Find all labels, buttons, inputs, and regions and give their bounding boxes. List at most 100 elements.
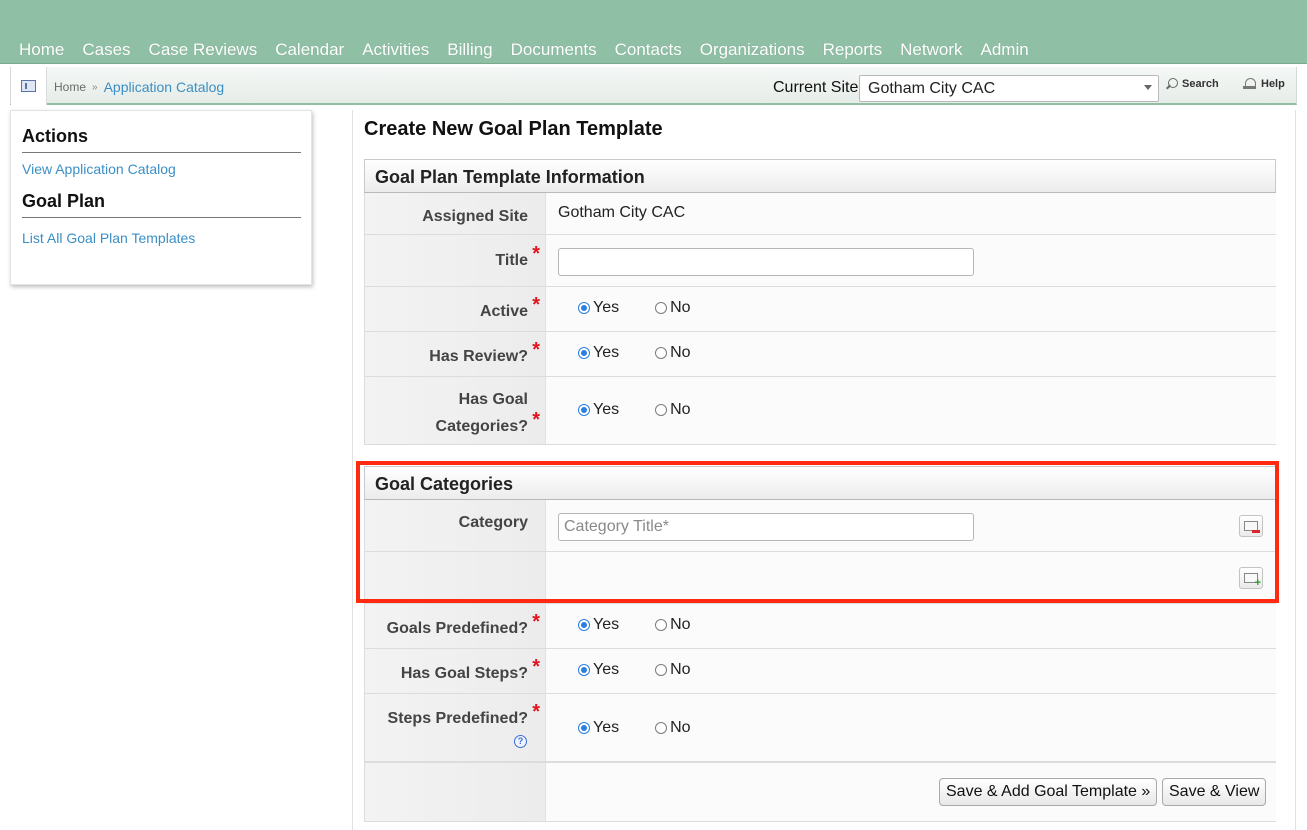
nav-item-cases[interactable]: Cases bbox=[73, 40, 139, 60]
has-goal-steps-yes-option[interactable]: Yes bbox=[578, 661, 619, 679]
goals-predefined-yes-option[interactable]: Yes bbox=[578, 616, 619, 634]
sidebar-goal-plan-heading: Goal Plan bbox=[22, 191, 301, 218]
sidebar-list-goal-plan-templates-link[interactable]: List All Goal Plan Templates bbox=[22, 230, 195, 246]
has-review-label: Has Review? * bbox=[429, 339, 540, 365]
sidebar-toggle-icon bbox=[21, 80, 36, 92]
current-site-select[interactable]: Gotham City CAC bbox=[859, 75, 1159, 102]
nav-item-organizations[interactable]: Organizations bbox=[691, 40, 814, 60]
goal-categories-header: Goal Categories bbox=[364, 466, 1276, 500]
steps-predefined-row: Steps Predefined? * ? Yes No bbox=[364, 694, 1276, 762]
required-asterisk: * bbox=[532, 701, 540, 723]
has-review-yes-radio[interactable] bbox=[578, 347, 590, 359]
remove-category-button[interactable] bbox=[1239, 515, 1263, 537]
nav-item-admin[interactable]: Admin bbox=[972, 40, 1038, 60]
title-input[interactable] bbox=[558, 248, 974, 276]
title-row: Title * bbox=[364, 235, 1276, 287]
sidebar-goal-plan-title: Goal Plan bbox=[22, 191, 106, 211]
required-asterisk: * bbox=[532, 409, 540, 431]
nav-item-contacts[interactable]: Contacts bbox=[606, 40, 691, 60]
goals-predefined-yes-radio[interactable] bbox=[578, 619, 590, 631]
steps-predefined-label: Steps Predefined? * bbox=[387, 701, 540, 727]
has-goal-steps-no-radio[interactable] bbox=[655, 664, 668, 676]
title-label: Title * bbox=[495, 243, 540, 269]
search-link[interactable]: Search bbox=[1166, 78, 1219, 90]
sub-header-bar: Home » Application Catalog Current Site … bbox=[10, 67, 1297, 105]
steps-predefined-no-radio[interactable] bbox=[655, 722, 668, 734]
required-asterisk: * bbox=[532, 243, 540, 265]
nav-item-network[interactable]: Network bbox=[891, 40, 971, 60]
nav-item-activities[interactable]: Activities bbox=[353, 40, 438, 60]
search-icon bbox=[1166, 78, 1178, 90]
sidebar-view-application-catalog-link[interactable]: View Application Catalog bbox=[22, 161, 176, 177]
has-goal-steps-radio-group: Yes No bbox=[578, 661, 691, 679]
chevron-down-icon bbox=[1144, 85, 1152, 90]
help-question-icon[interactable]: ? bbox=[514, 735, 527, 748]
has-goal-steps-yes-radio[interactable] bbox=[578, 664, 590, 676]
goals-predefined-radio-group: Yes No bbox=[578, 616, 691, 634]
steps-predefined-yes-option[interactable]: Yes bbox=[578, 719, 619, 737]
active-label: Active * bbox=[479, 294, 540, 320]
category-row: Category bbox=[364, 500, 1276, 552]
help-link[interactable]: Help bbox=[1242, 78, 1285, 90]
category-title-input[interactable] bbox=[558, 513, 974, 541]
nav-item-documents[interactable]: Documents bbox=[502, 40, 606, 60]
goals-predefined-no-radio[interactable] bbox=[655, 619, 668, 631]
form-actions-row: Save & Add Goal Template » Save & View bbox=[364, 762, 1276, 822]
has-review-row: Has Review? * Yes No bbox=[364, 332, 1276, 377]
has-goal-categories-no-radio[interactable] bbox=[655, 404, 668, 416]
has-goal-categories-row: Has Goal Categories? * Yes No bbox=[364, 377, 1276, 445]
nav-item-billing[interactable]: Billing bbox=[438, 40, 501, 60]
assigned-site-value: Gotham City CAC bbox=[558, 204, 686, 221]
has-goal-steps-no-option[interactable]: No bbox=[655, 661, 691, 679]
nav-item-case-reviews[interactable]: Case Reviews bbox=[140, 40, 267, 60]
active-yes-option[interactable]: Yes bbox=[578, 299, 619, 317]
goals-predefined-no-option[interactable]: No bbox=[655, 616, 691, 634]
search-label: Search bbox=[1182, 78, 1219, 90]
top-nav-bar: Home Cases Case Reviews Calendar Activit… bbox=[0, 0, 1307, 64]
sidebar-toggle-button[interactable] bbox=[11, 67, 47, 105]
active-no-option[interactable]: No bbox=[655, 299, 691, 317]
nav-item-reports[interactable]: Reports bbox=[814, 40, 892, 60]
help-bell-icon bbox=[1242, 78, 1257, 90]
nav-item-home[interactable]: Home bbox=[10, 40, 73, 60]
has-goal-categories-yes-option[interactable]: Yes bbox=[578, 401, 619, 419]
required-asterisk: * bbox=[532, 294, 540, 316]
has-goal-categories-no-option[interactable]: No bbox=[655, 401, 691, 419]
breadcrumb-separator: » bbox=[92, 81, 98, 93]
steps-predefined-yes-radio[interactable] bbox=[578, 722, 590, 734]
has-goal-steps-row: Has Goal Steps? * Yes No bbox=[364, 649, 1276, 694]
sidebar-panel: Actions View Application Catalog Goal Pl… bbox=[10, 110, 312, 285]
assigned-site-row: Assigned Site Gotham City CAC bbox=[364, 193, 1276, 235]
help-label: Help bbox=[1261, 78, 1285, 90]
has-goal-categories-yes-radio[interactable] bbox=[578, 404, 590, 416]
has-review-no-radio[interactable] bbox=[655, 347, 668, 359]
current-site-value: Gotham City CAC bbox=[868, 80, 996, 97]
active-no-radio[interactable] bbox=[655, 302, 668, 314]
required-asterisk: * bbox=[532, 611, 540, 633]
steps-predefined-no-option[interactable]: No bbox=[655, 719, 691, 737]
category-label: Category bbox=[458, 514, 528, 531]
active-radio-group: Yes No bbox=[578, 299, 691, 317]
required-asterisk: * bbox=[532, 656, 540, 678]
assigned-site-label: Assigned Site bbox=[422, 208, 528, 225]
goals-predefined-label: Goals Predefined? * bbox=[386, 611, 540, 637]
has-review-no-option[interactable]: No bbox=[655, 344, 691, 362]
has-review-radio-group: Yes No bbox=[578, 344, 691, 362]
nav-item-calendar[interactable]: Calendar bbox=[266, 40, 353, 60]
remove-row-icon bbox=[1244, 521, 1260, 533]
sidebar-actions-heading: Actions bbox=[22, 126, 301, 153]
required-asterisk: * bbox=[532, 339, 540, 361]
has-goal-categories-radio-group: Yes No bbox=[578, 401, 691, 419]
steps-predefined-radio-group: Yes No bbox=[578, 719, 691, 737]
has-review-yes-option[interactable]: Yes bbox=[578, 344, 619, 362]
save-and-add-goal-template-button[interactable]: Save & Add Goal Template » bbox=[939, 778, 1158, 806]
breadcrumb-home-link[interactable]: Home bbox=[54, 80, 86, 94]
active-yes-radio[interactable] bbox=[578, 302, 590, 314]
save-and-view-button[interactable]: Save & View bbox=[1162, 778, 1267, 806]
page-title: Create New Goal Plan Template bbox=[364, 118, 663, 140]
breadcrumb-application-catalog-link[interactable]: Application Catalog bbox=[104, 79, 225, 95]
active-row: Active * Yes No bbox=[364, 287, 1276, 332]
add-category-row bbox=[364, 552, 1276, 604]
top-nav-menu: Home Cases Case Reviews Calendar Activit… bbox=[10, 40, 1038, 60]
add-category-button[interactable] bbox=[1239, 567, 1263, 589]
